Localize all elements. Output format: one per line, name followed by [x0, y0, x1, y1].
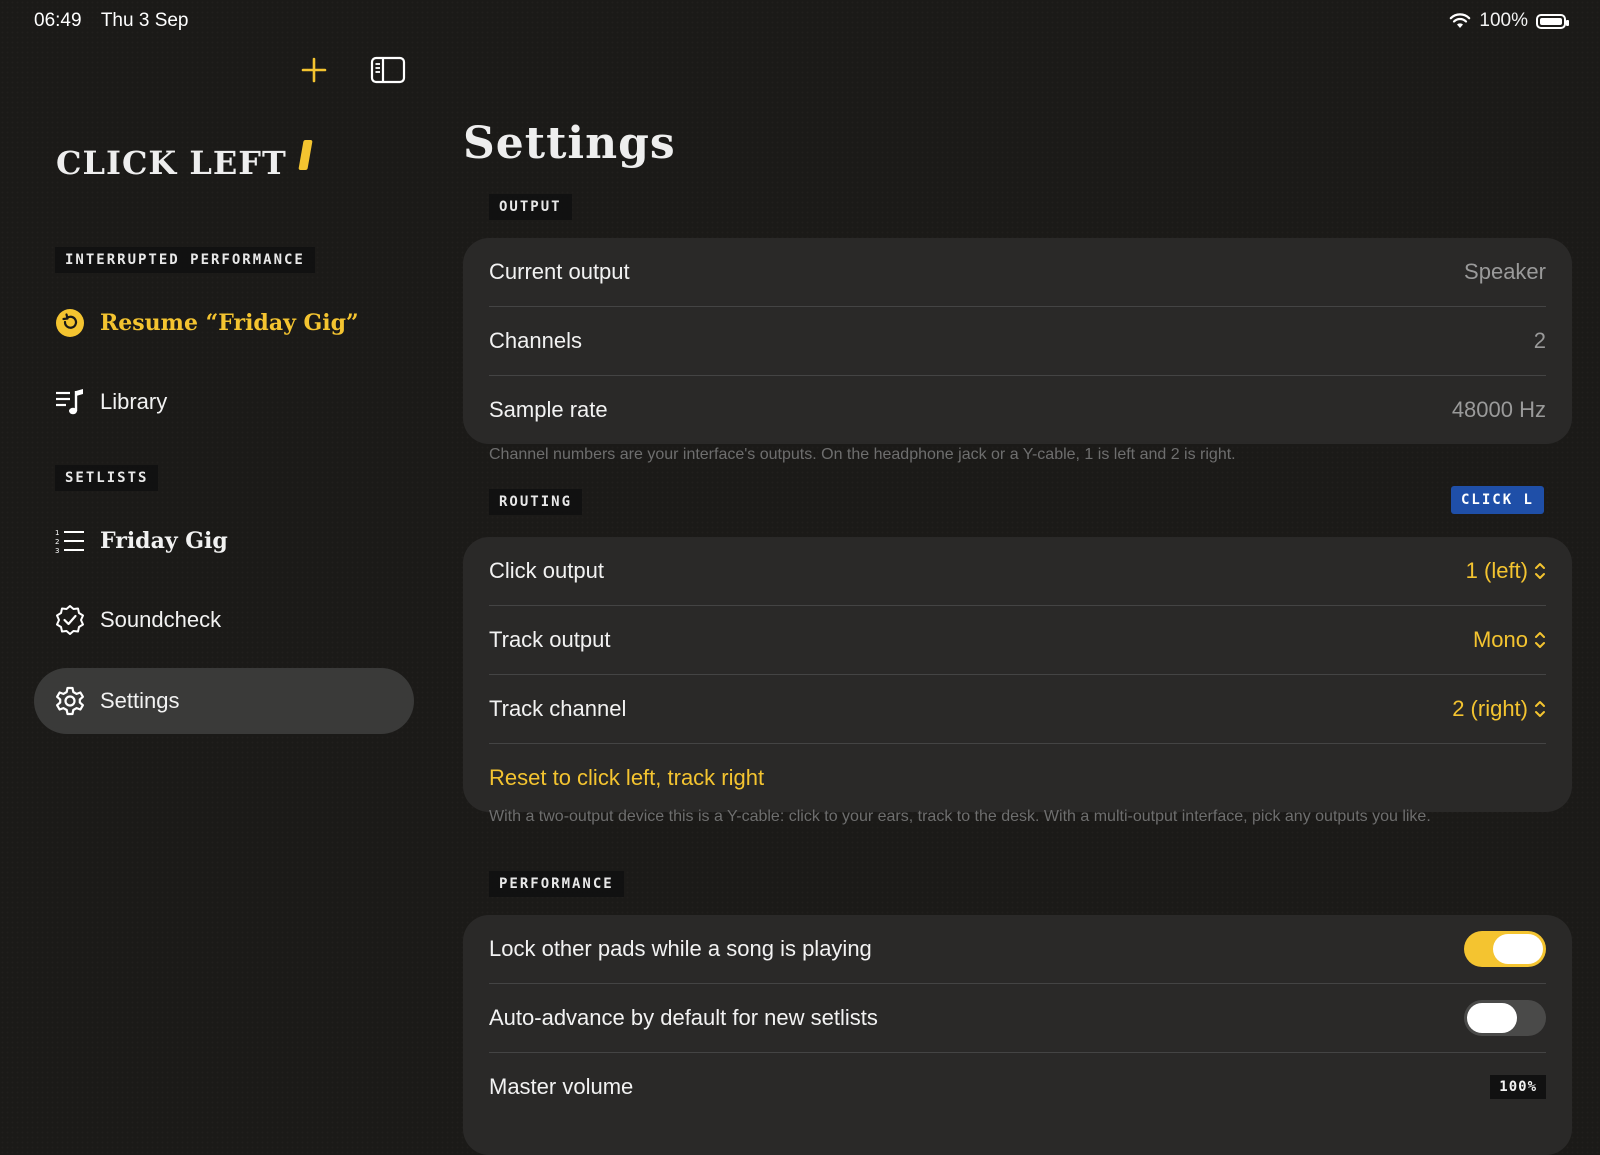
wifi-icon	[1450, 13, 1471, 28]
sidebar-item-settings[interactable]: Settings	[34, 668, 414, 734]
track-output-row[interactable]: Track output Mono	[489, 606, 1546, 675]
sample-rate-label: Sample rate	[489, 397, 608, 422]
auto-advance-toggle[interactable]	[1464, 1000, 1546, 1036]
status-indicators: 100%	[1449, 10, 1569, 32]
svg-text:3: 3	[55, 547, 59, 555]
master-volume-value: 100%	[1490, 1075, 1546, 1099]
click-output-picker[interactable]: 1 (left)	[1466, 558, 1546, 584]
current-output-label: Current output	[489, 259, 630, 284]
chevron-up-down-icon	[1535, 632, 1545, 648]
master-volume-label: Master volume	[489, 1074, 634, 1099]
auto-advance-label: Auto-advance by default for new setlists	[489, 1005, 878, 1030]
svg-text:1: 1	[55, 529, 59, 537]
track-channel-row[interactable]: Track channel 2 (right)	[489, 675, 1546, 744]
interrupted-performance-label: INTERRUPTED PERFORMANCE	[55, 247, 315, 273]
reset-routing-button[interactable]: Reset to click left, track right	[489, 765, 764, 791]
channels-value: 2	[1533, 328, 1546, 353]
output-card: Current output Speaker Channels 2 Sample…	[463, 238, 1572, 444]
page-title: Settings	[463, 118, 676, 169]
soundcheck-label: Soundcheck	[100, 607, 222, 632]
chevron-up-down-icon	[1535, 701, 1545, 717]
battery-icon	[1536, 13, 1569, 29]
channels-label: Channels	[489, 328, 582, 353]
resume-icon	[54, 307, 86, 339]
setlists-label: SETLISTS	[55, 465, 159, 491]
sample-rate-value: 48000 Hz	[1451, 397, 1546, 422]
status-bar: 06:49 Thu 3 Sep 100%	[0, 0, 1600, 42]
output-footnote: Channel numbers are your interface's out…	[489, 446, 1236, 463]
track-channel-value: 2 (right)	[1452, 696, 1528, 721]
channels-row: Channels 2	[489, 307, 1546, 376]
routing-section-label: ROUTING	[489, 489, 583, 515]
track-channel-label: Track channel	[489, 696, 627, 721]
sidebar-item-library[interactable]: Library	[34, 369, 414, 435]
sample-rate-row: Sample rate 48000 Hz	[489, 376, 1546, 444]
lock-pads-label: Lock other pads while a song is playing	[489, 936, 872, 961]
status-time-date: 06:49 Thu 3 Sep	[34, 10, 189, 32]
library-label: Library	[100, 389, 168, 414]
reset-routing-row: Reset to click left, track right	[489, 744, 1546, 812]
resume-label: Resume “Friday Gig”	[100, 310, 359, 336]
checkmark-seal-icon	[54, 604, 86, 636]
numbered-list-icon: 1 2 3	[54, 525, 86, 557]
current-output-row: Current output Speaker	[489, 238, 1546, 307]
settings-main: Settings OUTPUT Current output Speaker C…	[463, 42, 1572, 1155]
sidebar-toggle-icon[interactable]	[370, 56, 406, 84]
toggle-knob	[1493, 934, 1543, 964]
add-icon[interactable]	[300, 56, 328, 84]
friday-gig-label: Friday Gig	[100, 528, 228, 554]
sidebar-toolbar	[300, 56, 406, 84]
toggle-knob	[1467, 1003, 1517, 1033]
current-output-value: Speaker	[1464, 259, 1546, 284]
logo-mark-icon	[298, 140, 313, 170]
track-output-value: Mono	[1472, 627, 1528, 652]
routing-card: Click output 1 (left) Track output Mono …	[463, 537, 1572, 812]
click-output-value: 1 (left)	[1465, 558, 1528, 583]
app-logo-text: CLICK LEFT	[56, 144, 287, 182]
track-output-picker[interactable]: Mono	[1473, 627, 1546, 653]
sidebar: CLICK LEFT INTERRUPTED PERFORMANCE Resum…	[0, 42, 430, 1103]
track-channel-picker[interactable]: 2 (right)	[1452, 696, 1546, 722]
chevron-up-down-icon	[1535, 563, 1545, 579]
sidebar-item-soundcheck[interactable]: Soundcheck	[34, 587, 414, 653]
click-output-row[interactable]: Click output 1 (left)	[489, 537, 1546, 606]
click-channel-badge: CLICK L	[1450, 486, 1544, 514]
gear-icon	[54, 685, 86, 717]
click-output-label: Click output	[489, 558, 604, 583]
routing-footnote: With a two-output device this is a Y-cab…	[489, 808, 1431, 825]
lock-pads-toggle[interactable]	[1464, 931, 1546, 967]
status-date: Thu 3 Sep	[100, 10, 189, 31]
app-logo: CLICK LEFT	[56, 140, 313, 182]
track-output-label: Track output	[489, 627, 611, 652]
performance-section-label: PERFORMANCE	[489, 871, 624, 897]
lock-pads-row: Lock other pads while a song is playing	[489, 915, 1546, 984]
status-time: 06:49	[34, 10, 82, 31]
master-volume-row: Master volume 100%	[489, 1053, 1546, 1121]
performance-card: Lock other pads while a song is playing …	[463, 915, 1572, 1155]
sidebar-item-friday-gig[interactable]: 1 2 3 Friday Gig	[34, 508, 414, 574]
settings-label: Settings	[100, 688, 180, 713]
output-section-label: OUTPUT	[489, 194, 572, 220]
auto-advance-row: Auto-advance by default for new setlists	[489, 984, 1546, 1053]
svg-text:2: 2	[55, 538, 59, 546]
resume-performance-button[interactable]: Resume “Friday Gig”	[34, 290, 414, 356]
music-list-icon	[54, 386, 86, 418]
battery-percent: 100%	[1479, 10, 1528, 31]
